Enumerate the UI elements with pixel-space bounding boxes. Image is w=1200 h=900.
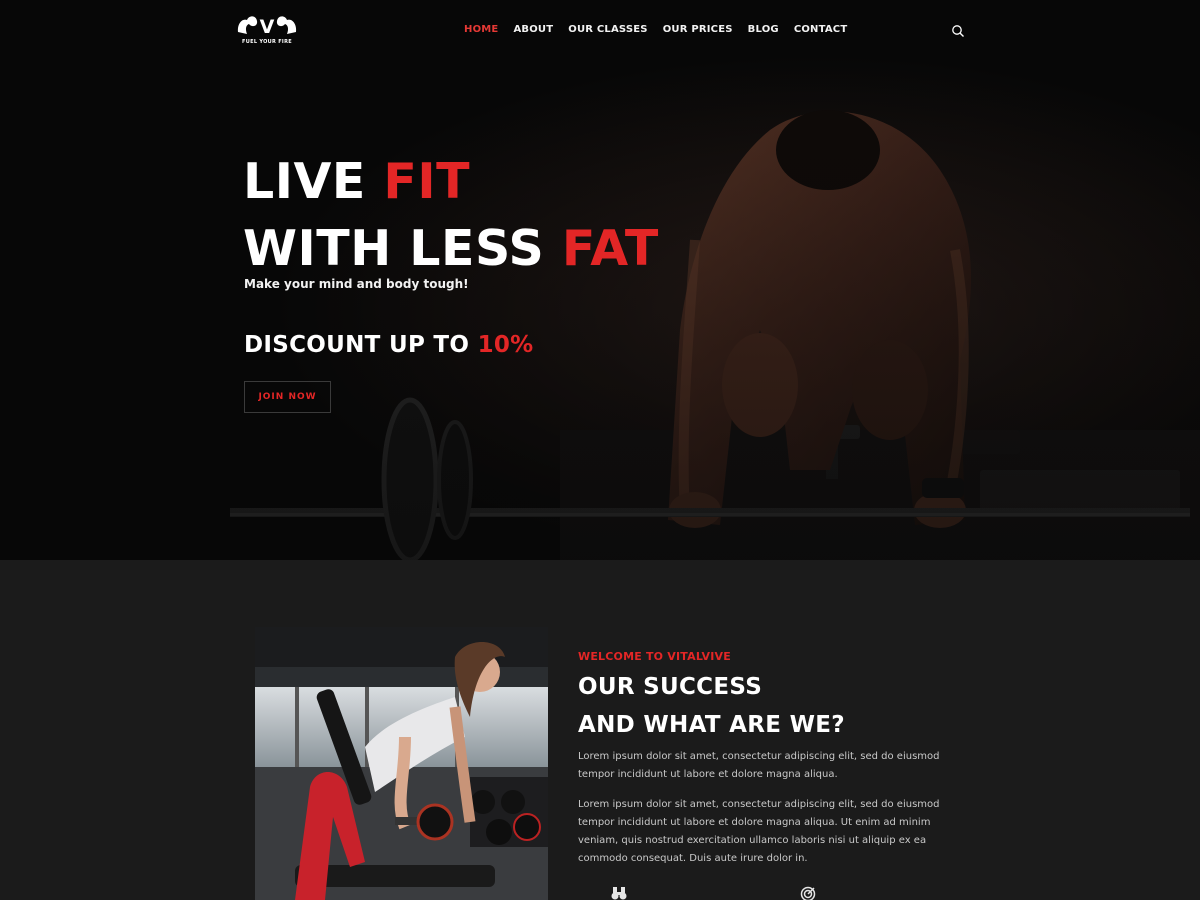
nav-about[interactable]: ABOUT	[513, 24, 553, 35]
about-kicker: WELCOME TO VITALVIVE	[578, 650, 731, 663]
about-paragraph-1: Lorem ipsum dolor sit amet, consectetur …	[578, 751, 940, 780]
hero-line1-red: FIT	[383, 153, 471, 210]
hero-section: V FUEL YOUR FIRE HOME ABOUT OUR CLASSES …	[0, 0, 1200, 560]
search-icon	[952, 25, 964, 37]
hero-headline: LIVE FIT WITH LESS FAT	[243, 148, 659, 282]
main-nav: HOME ABOUT OUR CLASSES OUR PRICES BLOG C…	[464, 24, 847, 35]
nav-home[interactable]: HOME	[464, 24, 498, 35]
about-section: WELCOME TO VITALVIVE OUR SUCCESS AND WHA…	[0, 560, 1200, 900]
about-paragraph-2: Lorem ipsum dolor sit amet, consectetur …	[578, 799, 940, 864]
join-now-button[interactable]: JOIN NOW	[244, 381, 331, 413]
discount-value: 10%	[477, 332, 534, 358]
logo-flexed-arms-icon: V	[237, 16, 297, 38]
woman-dumbbell-row-image	[255, 627, 548, 900]
hero-line1-white: LIVE	[243, 153, 384, 210]
hero-discount: DISCOUNT UP TO 10%	[244, 332, 534, 358]
target-icon	[800, 886, 816, 900]
brand-logo[interactable]: V FUEL YOUR FIRE	[236, 12, 298, 48]
discount-label: DISCOUNT UP TO	[244, 332, 478, 358]
about-title-line2: AND WHAT ARE WE?	[578, 712, 845, 738]
about-title-line1: OUR SUCCESS	[578, 674, 763, 700]
hero-subtitle: Make your mind and body tough!	[244, 277, 469, 291]
about-woman-training-photo	[255, 627, 548, 900]
logo-letter: V	[260, 16, 275, 38]
search-button[interactable]	[951, 23, 965, 37]
nav-our-classes[interactable]: OUR CLASSES	[568, 24, 647, 35]
nav-contact[interactable]: CONTACT	[794, 24, 848, 35]
hero-line2-white: WITH LESS	[243, 220, 562, 277]
brand-tagline: FUEL YOUR FIRE	[242, 39, 292, 45]
hero-line2-red: FAT	[561, 220, 659, 277]
nav-blog[interactable]: BLOG	[748, 24, 779, 35]
binoculars-icon	[611, 887, 627, 900]
site-header: V FUEL YOUR FIRE HOME ABOUT OUR CLASSES …	[0, 0, 1200, 62]
about-title: OUR SUCCESS AND WHAT ARE WE?	[578, 668, 845, 744]
nav-our-prices[interactable]: OUR PRICES	[663, 24, 733, 35]
